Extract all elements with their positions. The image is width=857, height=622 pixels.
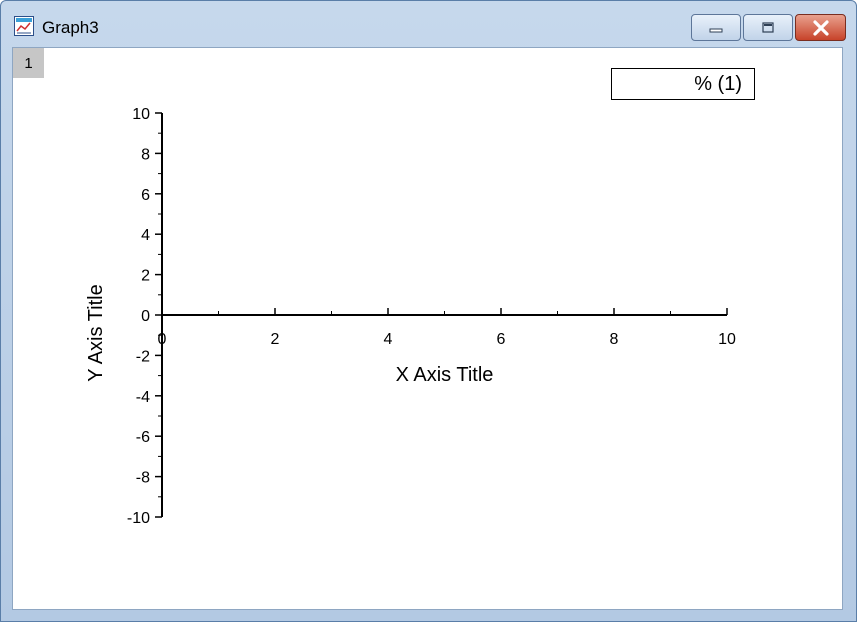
y-tick-label: -6 [136,429,150,446]
y-tick-label: 6 [141,187,150,204]
window-title: Graph3 [42,18,99,37]
graph-app-icon [14,16,34,36]
y-tick-label: 4 [141,227,150,244]
y-tick-label: 2 [141,268,150,285]
graph-page[interactable]: 1 % (1) -10 -8 -6 -4 -2 0 2 4 6 8 10 0 2 4 6 8 10 X Axis … [12,47,843,610]
x-tick-label: 6 [497,331,506,348]
maximize-icon [762,21,774,33]
minimize-icon [709,28,723,32]
y-tick-label: -10 [127,510,150,527]
minimize-button[interactable] [691,14,741,41]
title-bar[interactable]: Graph3 [1,1,856,45]
x-tick-label: 0 [158,331,167,348]
x-tick-label: 2 [271,331,280,348]
plot-area[interactable]: -10 -8 -6 -4 -2 0 2 4 6 8 10 0 2 4 6 8 10 X Axis Title Y A… [13,48,842,609]
x-tick-label: 8 [610,331,619,348]
y-axis-title: Y Axis Title [85,284,107,381]
y-tick-label: 8 [141,146,150,163]
y-tick-label: -4 [136,389,150,406]
x-tick-label: 4 [384,331,393,348]
graph-window: Graph3 1 % (1) -10 -8 -6 -4 -2 0 2 4 6 8 10 0 2 4 6 8 10… [0,0,857,622]
close-button[interactable] [795,14,846,41]
maximize-button[interactable] [743,14,793,41]
y-tick-label: -2 [136,348,150,365]
y-tick-label: -8 [136,470,150,487]
y-tick-label: 10 [132,106,150,123]
close-icon [812,19,829,36]
y-tick-label: 0 [141,308,150,325]
x-axis-title: X Axis Title [396,364,494,386]
x-tick-label: 10 [718,331,736,348]
